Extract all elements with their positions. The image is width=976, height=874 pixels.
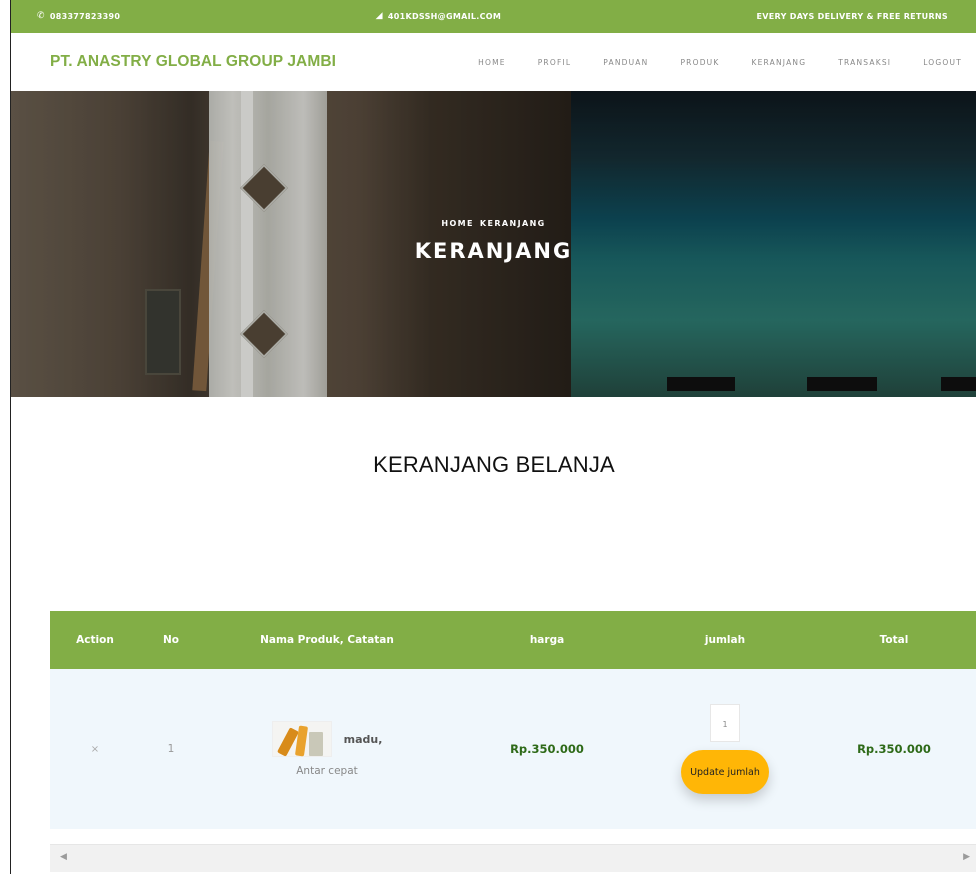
cart-table: Action No Nama Produk, Catatan harga jum… (50, 611, 976, 829)
price-cell: Rp.350.000 (452, 742, 642, 756)
quantity-input[interactable] (710, 704, 740, 742)
nav-logout[interactable]: LOGOUT (923, 58, 962, 67)
product-thumbnail (271, 721, 332, 757)
product-name: madu, (343, 732, 383, 746)
product-note: Antar cepat (296, 765, 358, 777)
nav-keranjang[interactable]: KERANJANG (751, 58, 806, 67)
hero-banner: HOME KERANJANG KERANJANG (11, 91, 976, 397)
table-row: × 1 madu, Antar cepat Rp.350.000 Update … (50, 669, 976, 829)
delivery-text: EVERY DAYS DELIVERY & FREE RETURNS (757, 12, 948, 21)
nav-panduan[interactable]: PANDUAN (603, 58, 648, 67)
email-contact: ◢ 401KDSSH@GMAIL.COM (375, 11, 502, 22)
page-title: KERANJANG (414, 239, 573, 263)
phone-icon: ✆ (37, 11, 45, 21)
update-quantity-button[interactable]: Update jumlah (681, 750, 769, 794)
header-total: Total (879, 634, 909, 646)
phone-contact: ✆ 083377823390 (37, 11, 121, 22)
nav-produk[interactable]: PRODUK (680, 58, 719, 67)
product-info: madu, (202, 721, 452, 757)
product-cell: madu, Antar cepat (202, 721, 452, 777)
quantity-controls: Update jumlah (642, 704, 808, 794)
remove-item-button[interactable]: × (50, 744, 140, 755)
brand-logo[interactable]: PT. ANASTRY GLOBAL GROUP JAMBI (50, 53, 336, 71)
header-product: Nama Produk, Catatan (260, 634, 394, 646)
nav-transaksi[interactable]: TRANSAKSI (838, 58, 891, 67)
breadcrumb-keranjang: KERANJANG (479, 219, 546, 228)
header-harga: harga (529, 634, 565, 646)
header-jumlah: jumlah (704, 634, 746, 646)
quantity-cell: Update jumlah (642, 704, 808, 794)
total-cell: Rp.350.000 (808, 742, 976, 756)
table-header-row: Action No Nama Produk, Catatan harga jum… (50, 611, 976, 669)
row-total: Rp.350.000 (857, 742, 931, 756)
nav-menu: HOME PROFIL PANDUAN PRODUK KERANJANG TRA… (478, 58, 962, 67)
email-address: 401KDSSH@GMAIL.COM (387, 12, 502, 21)
main-navbar: PT. ANASTRY GLOBAL GROUP JAMBI HOME PROF… (11, 33, 976, 91)
nav-home[interactable]: HOME (478, 58, 506, 67)
browser-viewport: ✆ 083377823390 ◢ 401KDSSH@GMAIL.COM EVER… (10, 0, 976, 874)
breadcrumb: HOME KERANJANG (11, 219, 976, 228)
scroll-left-icon[interactable]: ◀ (60, 852, 67, 862)
row-number: 1 (167, 743, 175, 755)
paper-plane-icon: ◢ (375, 11, 383, 21)
product-price: Rp.350.000 (510, 742, 584, 756)
phone-number: 083377823390 (49, 12, 121, 21)
breadcrumb-home[interactable]: HOME (441, 219, 474, 228)
nav-profil[interactable]: PROFIL (538, 58, 572, 67)
header-no: No (162, 634, 179, 646)
scroll-right-icon[interactable]: ▶ (963, 852, 970, 862)
header-action: Action (76, 634, 114, 646)
delivery-label: EVERY DAYS DELIVERY & FREE RETURNS (756, 12, 948, 21)
top-info-bar: ✆ 083377823390 ◢ 401KDSSH@GMAIL.COM EVER… (11, 0, 976, 33)
section-title: KERANJANG BELANJA (373, 452, 615, 477)
horizontal-scrollbar[interactable]: ◀ ▶ (50, 844, 976, 872)
